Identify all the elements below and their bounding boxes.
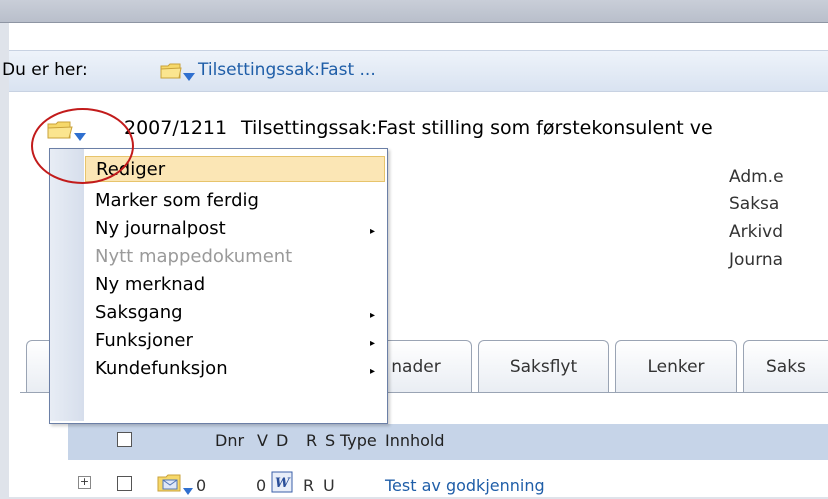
tab-label: Saks xyxy=(766,356,806,377)
row-dnr: 0 xyxy=(196,476,207,495)
meta-label-journal: Journa xyxy=(729,250,784,270)
word-doc-icon[interactable]: W xyxy=(271,471,293,497)
menu-item-label: Nytt mappedokument xyxy=(95,246,293,267)
menu-item-ny-merknad[interactable]: Ny merknad xyxy=(85,272,385,298)
submenu-arrow-icon: ▸ xyxy=(370,338,376,349)
dropdown-arrow-icon[interactable] xyxy=(183,66,195,85)
breadcrumb-label: Du er her: xyxy=(2,60,88,80)
menu-item-marker-som-ferdig[interactable]: Marker som ferdig xyxy=(85,188,385,214)
top-frame xyxy=(0,0,828,23)
case-number: 2007/1211 xyxy=(124,117,228,139)
submenu-arrow-icon: ▸ xyxy=(370,310,376,321)
dropdown-arrow-icon[interactable] xyxy=(183,480,193,499)
tab-saks[interactable]: Saks xyxy=(743,340,828,392)
menu-item-label: Saksgang xyxy=(95,302,183,323)
column-innhold[interactable]: Innhold xyxy=(385,431,445,450)
tab-saksflyt[interactable]: Saksflyt xyxy=(478,340,609,393)
context-menu-gutter xyxy=(50,149,84,421)
breadcrumb-link[interactable]: Tilsettingssak:Fast ... xyxy=(198,60,376,80)
select-all-checkbox[interactable] xyxy=(117,432,132,447)
row-s: U xyxy=(323,476,335,495)
annotation-circle xyxy=(31,108,134,184)
mail-folder-icon[interactable] xyxy=(157,473,183,497)
row-checkbox[interactable] xyxy=(117,476,132,491)
menu-item-label: Marker som ferdig xyxy=(95,190,259,211)
column-d[interactable]: D xyxy=(276,431,288,450)
menu-item-label: Funksjoner xyxy=(95,330,193,351)
column-v[interactable]: V xyxy=(257,431,268,450)
menu-item-nytt-mappedokument: Nytt mappedokument xyxy=(85,244,385,270)
tab-lenker[interactable]: Lenker xyxy=(615,340,737,393)
menu-item-saksgang[interactable]: Saksgang xyxy=(85,300,385,326)
row-r: R xyxy=(303,476,315,495)
table-header xyxy=(68,424,828,460)
menu-item-label: Kundefunksjon xyxy=(95,358,228,379)
row-innhold-link[interactable]: Test av godkjenning xyxy=(385,476,545,495)
submenu-arrow-icon: ▸ xyxy=(370,226,376,237)
breadcrumb xyxy=(9,50,828,92)
folder-icon[interactable] xyxy=(160,62,182,84)
tab-label: nader xyxy=(391,357,441,377)
meta-label-arkiv: Arkivd xyxy=(729,222,784,242)
menu-item-kundefunksjon[interactable]: Kundefunksjon xyxy=(85,356,385,382)
menu-item-label: Ny journalpost xyxy=(95,218,226,239)
expand-icon[interactable]: + xyxy=(78,476,91,489)
submenu-arrow-icon: ▸ xyxy=(370,366,376,377)
column-type[interactable]: Type xyxy=(340,431,377,450)
meta-label-saksansvarlig: Saksa xyxy=(729,194,780,214)
svg-text:W: W xyxy=(275,476,291,491)
menu-item-label: Ny merknad xyxy=(95,274,206,295)
row-v: 0 xyxy=(256,476,267,495)
tab-label: Lenker xyxy=(647,357,705,377)
column-r[interactable]: R xyxy=(306,431,317,450)
case-title: Tilsettingssak:Fast stilling som førstek… xyxy=(241,117,713,139)
column-s[interactable]: S xyxy=(325,431,335,450)
menu-item-funksjoner[interactable]: Funksjoner xyxy=(85,328,385,354)
meta-label-adm: Adm.e xyxy=(729,167,784,187)
tab-label: Saksflyt xyxy=(509,357,578,377)
menu-item-ny-journalpost[interactable]: Ny journalpost xyxy=(85,216,385,242)
column-dnr[interactable]: Dnr xyxy=(215,431,244,450)
